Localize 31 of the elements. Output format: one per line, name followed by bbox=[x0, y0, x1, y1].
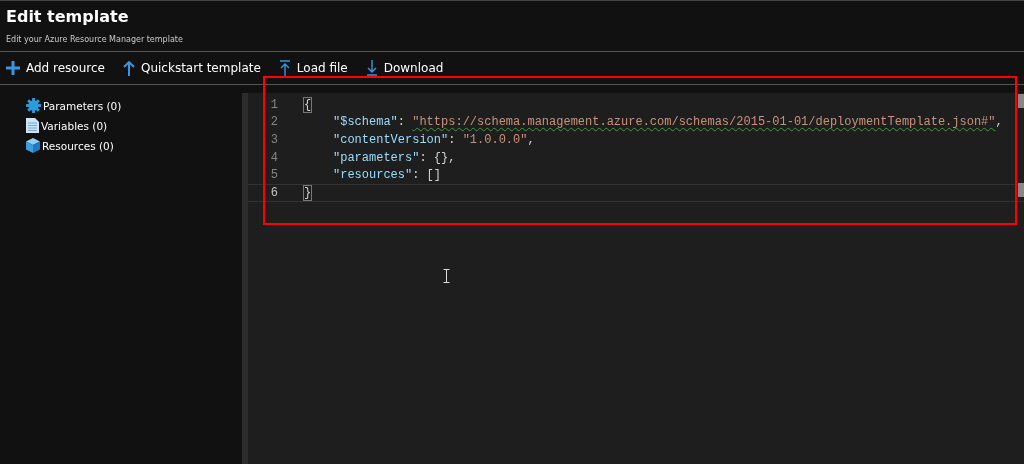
code-line: "resources": [] bbox=[333, 168, 442, 183]
cube-icon bbox=[26, 138, 40, 153]
toolbar-button[interactable]: Load file bbox=[278, 60, 348, 76]
code-line: "$schema": "https://schema.management.azure.com/schemas/2015-01-01/deploymentTemplate.json#", bbox=[333, 115, 1003, 130]
line-number: 4 bbox=[269, 150, 278, 165]
code-line: } bbox=[304, 185, 312, 200]
scrollbar-marker bbox=[1018, 94, 1024, 108]
sidebar-item[interactable]: Parameters (0) bbox=[26, 98, 122, 113]
toolbar-button[interactable]: Download bbox=[365, 60, 444, 76]
download-icon bbox=[365, 60, 378, 76]
upload-icon bbox=[278, 60, 291, 76]
line-number: 5 bbox=[269, 168, 278, 183]
toolbar-button[interactable]: Add resource bbox=[6, 61, 105, 75]
code-line: "contentVersion": "1.0.0.0", bbox=[333, 133, 535, 147]
line-number: 2 bbox=[269, 115, 278, 130]
plus-icon bbox=[6, 61, 20, 75]
sidebar-item[interactable]: Resources (0) bbox=[26, 138, 114, 153]
code-line: "parameters": {}, bbox=[333, 150, 456, 165]
arrow-up-icon bbox=[122, 60, 135, 76]
gear-icon bbox=[26, 98, 41, 113]
scrollbar-marker bbox=[1018, 183, 1024, 197]
document-icon bbox=[26, 118, 39, 133]
line-number: 6 bbox=[269, 185, 278, 200]
page-title: Edit template bbox=[6, 7, 129, 27]
text-cursor-icon bbox=[443, 269, 450, 283]
page-subtitle: Edit your Azure Resource Manager template bbox=[6, 34, 183, 45]
line-number: 3 bbox=[269, 133, 278, 147]
sidebar-item[interactable]: Variables (0) bbox=[26, 118, 108, 133]
code-line: { bbox=[304, 97, 312, 112]
line-number: 1 bbox=[269, 97, 278, 112]
toolbar-button[interactable]: Quickstart template bbox=[122, 60, 261, 76]
